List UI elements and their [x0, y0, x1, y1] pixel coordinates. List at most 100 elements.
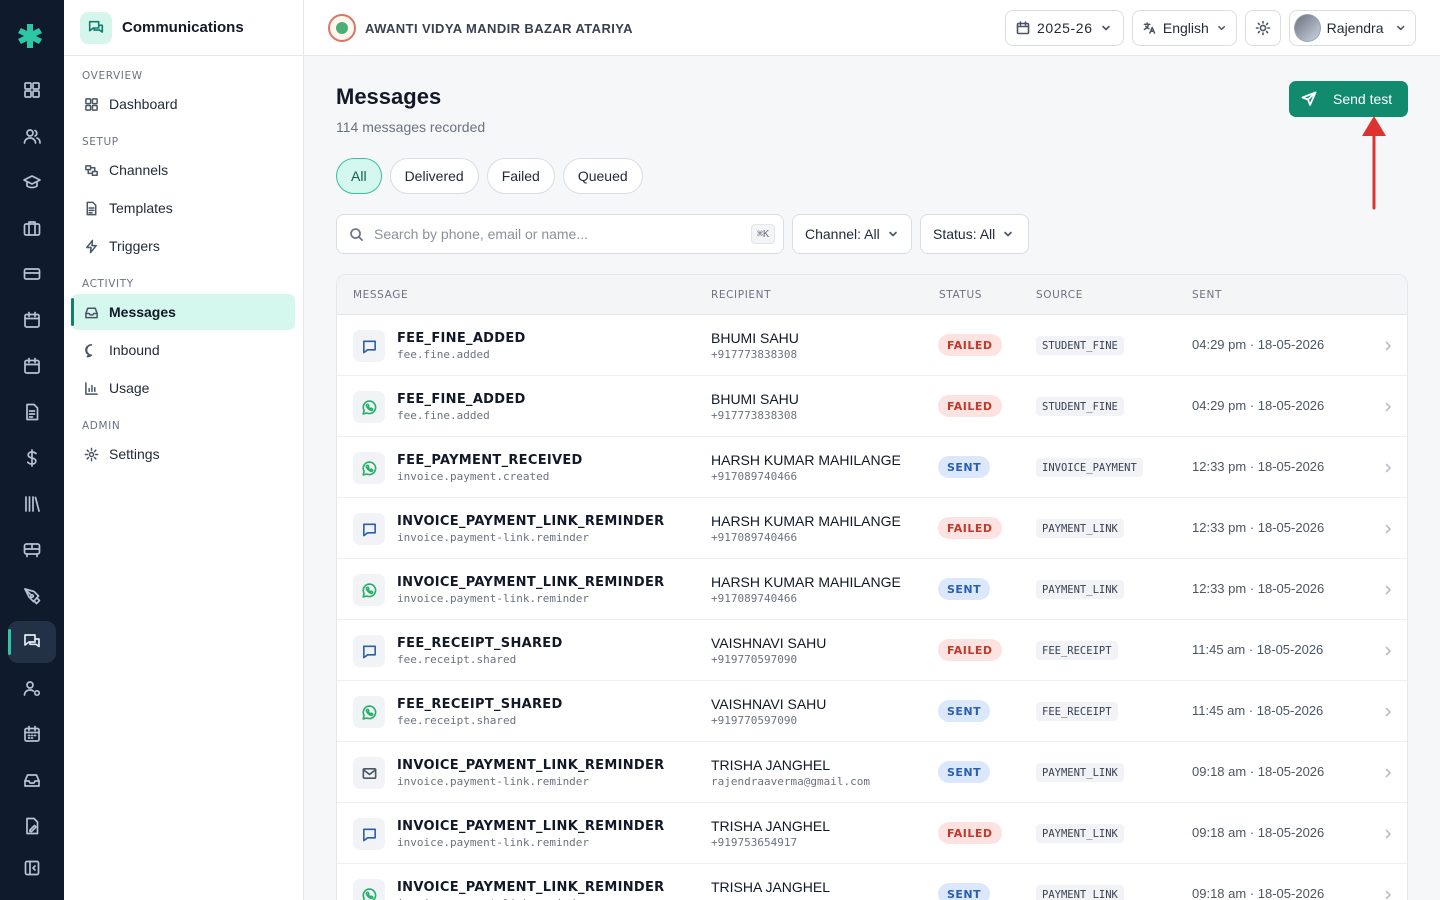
recipient-name: TRISHA JANGHEL	[711, 818, 831, 834]
send-test-button[interactable]: Send test	[1289, 81, 1408, 117]
column-header-status: STATUS	[939, 289, 982, 301]
message-event: invoice.payment.created	[397, 470, 550, 483]
recipient-contact: +919753654917	[711, 836, 798, 849]
search-input[interactable]	[374, 226, 734, 242]
recipient-contact: +917773838308	[711, 409, 798, 422]
file-edit-icon[interactable]	[8, 805, 56, 847]
sidebar-section-overview: OVERVIEW	[82, 70, 143, 82]
school-identity[interactable]: AWANTI VIDYA MANDIR BAZAR ATARIYA	[328, 14, 633, 42]
table-row[interactable]: INVOICE_PAYMENT_LINK_REMINDERinvoice.pay…	[337, 498, 1407, 559]
sidebar-item-inbound[interactable]: Inbound	[72, 332, 295, 368]
user-menu[interactable]: Rajendra	[1289, 10, 1416, 46]
sent-timestamp: 04:29 pm · 18-05-2026	[1192, 337, 1325, 352]
sidebar-item-settings[interactable]: Settings	[72, 436, 295, 472]
filter-tab-all[interactable]: All	[336, 158, 382, 194]
sent-timestamp: 09:18 am · 18-05-2026	[1192, 825, 1325, 840]
sidebar-item-label: Inbound	[109, 342, 160, 358]
source-tag: FEE_RECEIPT	[1036, 641, 1118, 660]
document-icon[interactable]	[8, 391, 56, 433]
table-row[interactable]: INVOICE_PAYMENT_LINK_REMINDERinvoice.pay…	[337, 864, 1407, 900]
library-icon[interactable]	[8, 483, 56, 525]
sent-timestamp: 09:18 am · 18-05-2026	[1192, 886, 1325, 900]
source-tag: STUDENT_FINE	[1036, 397, 1124, 416]
status-badge: SENT	[938, 761, 991, 783]
theme-toggle-button[interactable]	[1245, 10, 1281, 46]
user-settings-icon[interactable]	[8, 667, 56, 709]
channel-filter-dropdown[interactable]: Channel: All	[792, 214, 912, 254]
message-event: fee.receipt.shared	[397, 653, 517, 666]
whatsapp-icon	[353, 391, 385, 423]
users-icon[interactable]	[8, 115, 56, 157]
dashboard-grid-icon[interactable]	[8, 69, 56, 111]
search-icon	[350, 227, 363, 241]
chevron-right-icon[interactable]	[1383, 705, 1393, 717]
chevron-right-icon[interactable]	[1383, 461, 1393, 473]
gear-icon	[84, 447, 99, 461]
calendar-alt-icon[interactable]	[8, 345, 56, 387]
message-event: invoice.payment-link.reminder	[397, 775, 590, 788]
sent-timestamp: 12:33 pm · 18-05-2026	[1192, 581, 1325, 596]
language-selector[interactable]: English	[1132, 10, 1237, 46]
status-filter-dropdown[interactable]: Status: All	[920, 214, 1029, 254]
chevron-right-icon[interactable]	[1383, 827, 1393, 839]
sidebar-item-dashboard[interactable]: Dashboard	[72, 86, 295, 122]
sidebar-collapse-icon[interactable]	[8, 847, 56, 889]
table-row[interactable]: FEE_PAYMENT_RECEIVED invoice.payment.crea…	[337, 437, 1407, 498]
sent-timestamp: 12:33 pm · 18-05-2026	[1192, 520, 1325, 535]
pen-tool-icon[interactable]	[8, 575, 56, 617]
message-title: INVOICE_PAYMENT_LINK_REMINDER	[397, 758, 665, 773]
table-row[interactable]: INVOICE_PAYMENT_LINK_REMINDER invoice.pay…	[337, 742, 1407, 803]
dashboard-icon	[85, 97, 98, 111]
table-row[interactable]: INVOICE_PAYMENT_LINK_REMINDERinvoice.pay…	[337, 803, 1407, 864]
status-badge: FAILED	[938, 822, 1002, 844]
column-header-recipient: RECIPIENT	[711, 289, 772, 301]
table-row[interactable]: INVOICE_PAYMENT_LINK_REMINDERinvoice.pay…	[337, 559, 1407, 620]
recipient-contact: rajendraaverma@gmail.com	[711, 775, 870, 788]
source-tag: FEE_RECEIPT	[1036, 702, 1118, 721]
whatsapp-icon	[353, 452, 385, 484]
sidebar-item-messages[interactable]: Messages	[71, 294, 295, 330]
message-event: invoice.payment-link.reminder	[397, 531, 590, 544]
graduation-cap-icon[interactable]	[8, 161, 56, 203]
source-tag: STUDENT_FINE	[1036, 336, 1124, 355]
calendar-grid-icon[interactable]	[8, 713, 56, 755]
sidebar-item-channels[interactable]: Channels	[72, 152, 295, 188]
recipient-contact: +919770597090	[711, 714, 798, 727]
filter-tab-failed[interactable]: Failed	[486, 158, 555, 194]
calendar-icon[interactable]	[8, 299, 56, 341]
table-row[interactable]: FEE_FINE_ADDED fee.fine.added BHUMI SAHU +9…	[337, 315, 1407, 376]
chat-bubble-icon	[85, 343, 93, 357]
sidebar-item-templates[interactable]: Templates	[72, 190, 295, 226]
table-row[interactable]: FEE_RECEIPT_SHARED fee.receipt.shared VAIS…	[337, 681, 1407, 742]
sidebar-item-label: Channels	[109, 162, 169, 178]
chevron-right-icon[interactable]	[1383, 583, 1393, 595]
chat-icon[interactable]	[8, 621, 56, 663]
chevron-right-icon[interactable]	[1383, 339, 1393, 351]
table-row[interactable]: FEE_FINE_ADDED fee.fine.added BHUMI SAHU +9…	[337, 376, 1407, 437]
logo-icon[interactable]	[16, 22, 44, 50]
filter-tab-queued[interactable]: Queued	[562, 158, 643, 194]
message-event: fee.fine.added	[397, 409, 490, 422]
source-tag: PAYMENT_LINK	[1036, 885, 1124, 900]
dollar-icon[interactable]	[8, 437, 56, 479]
academic-year-selector[interactable]: 2025-26	[1005, 10, 1124, 46]
filter-tab-delivered[interactable]: Delivered	[389, 158, 479, 194]
whatsapp-icon	[353, 696, 385, 728]
chevron-right-icon[interactable]	[1383, 888, 1393, 900]
briefcase-icon[interactable]	[8, 207, 56, 249]
bus-icon[interactable]	[8, 529, 56, 571]
sent-timestamp: 11:45 am · 18-05-2026	[1192, 642, 1324, 657]
chevron-right-icon[interactable]	[1383, 644, 1393, 656]
chevron-right-icon[interactable]	[1383, 766, 1393, 778]
sidebar-item-label: Messages	[109, 304, 176, 320]
chevron-right-icon[interactable]	[1383, 400, 1393, 412]
sidebar-item-triggers[interactable]: Triggers	[72, 228, 295, 264]
sidebar-item-usage[interactable]: Usage	[72, 370, 295, 406]
search-box: ⌘K	[336, 214, 784, 254]
card-icon[interactable]	[8, 253, 56, 295]
recipient-name: TRISHA JANGHEL	[711, 879, 831, 895]
inbox-tray-icon[interactable]	[8, 759, 56, 801]
chevron-right-icon[interactable]	[1383, 522, 1393, 534]
sidebar-header: Communications	[64, 0, 303, 56]
table-row[interactable]: FEE_RECEIPT_SHARED fee.receipt.shared VAIS…	[337, 620, 1407, 681]
